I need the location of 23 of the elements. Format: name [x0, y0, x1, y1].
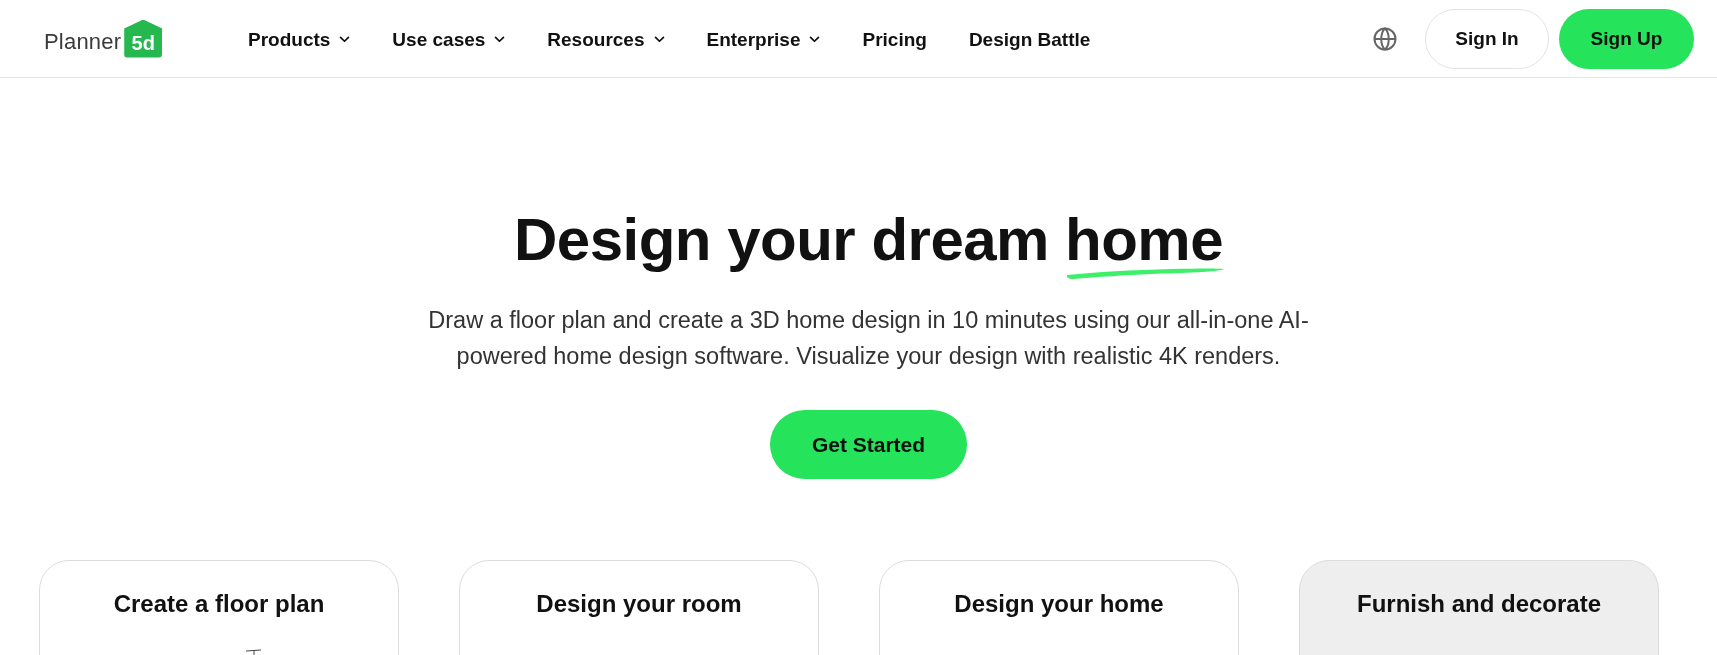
- card-title: Furnish and decorate: [1356, 589, 1601, 619]
- card-title: Design your room: [536, 589, 742, 619]
- feature-card[interactable]: Furnish and decorate: [1299, 560, 1659, 655]
- nav-menu-item[interactable]: Products: [248, 28, 351, 51]
- globe-icon[interactable]: [1373, 26, 1397, 51]
- sign-in-button[interactable]: Sign In: [1425, 8, 1549, 69]
- nav-menu-item[interactable]: Use cases: [392, 28, 506, 51]
- feature-card[interactable]: Design your room: [459, 560, 819, 655]
- card-title: Design your home: [954, 589, 1164, 619]
- nav-menu-item[interactable]: Enterprise: [706, 28, 821, 51]
- feature-card[interactable]: Design your home: [879, 560, 1239, 655]
- feature-card[interactable]: Create a floor plan: [39, 560, 399, 655]
- hero-title-highlight: home: [1065, 206, 1223, 273]
- get-started-button[interactable]: Get Started: [770, 410, 967, 479]
- nav-menu-item[interactable]: Resources: [547, 28, 665, 51]
- logo-wordmark[interactable]: Planner: [44, 28, 122, 55]
- nav-menu-item[interactable]: Pricing: [862, 28, 927, 51]
- hero-subtitle: Draw a floor plan and create a 3D home design in 10 minutes using our all-in-one AI-powered home design software. Visualize your design with realistic 4K renders.: [427, 306, 1310, 371]
- nav-menu-item[interactable]: Design Battle: [968, 28, 1091, 51]
- hero-title: Design your dream: [514, 205, 1049, 275]
- sketch-line-drawing: [245, 649, 263, 655]
- sign-up-button[interactable]: Sign Up: [1559, 8, 1694, 69]
- card-title: Create a floor plan: [113, 589, 325, 619]
